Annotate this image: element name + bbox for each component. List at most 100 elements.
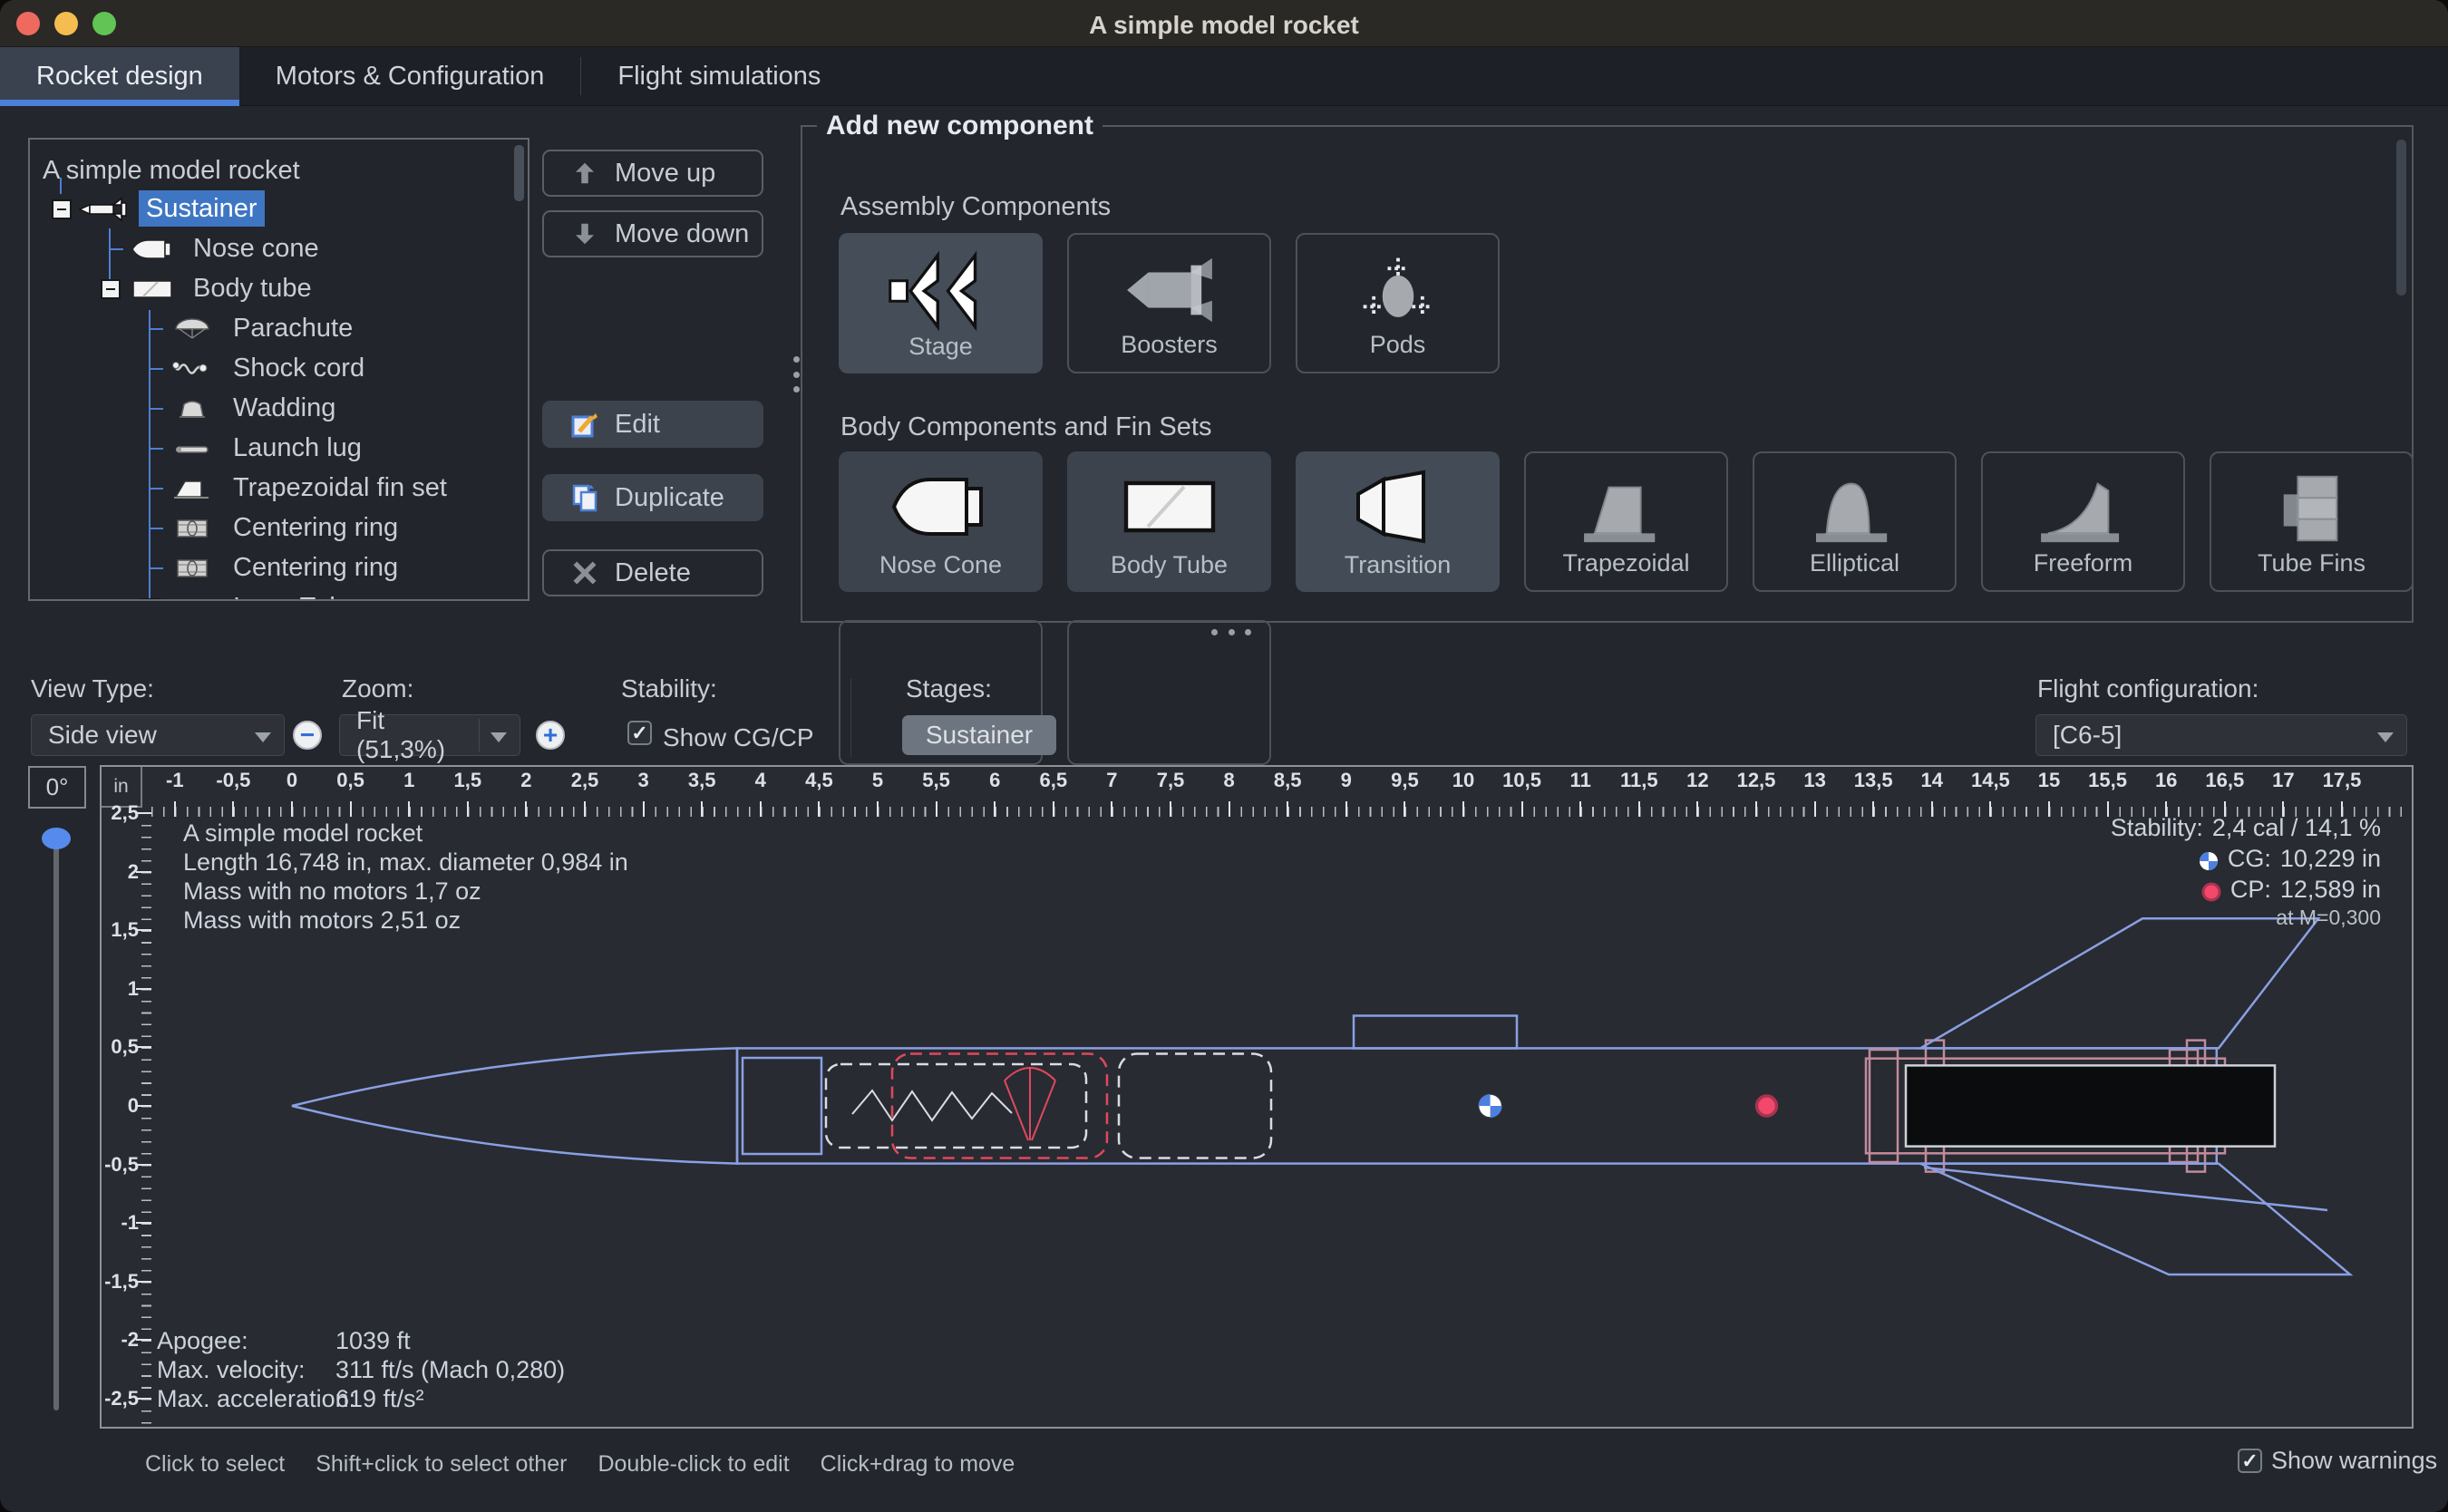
ruler-tick — [1872, 801, 1874, 817]
nose-shoulder-outline[interactable] — [743, 1058, 821, 1154]
tree-item[interactable]: Inner Tube — [30, 589, 528, 601]
launch-lug-outline[interactable] — [1354, 1016, 1517, 1049]
component-tree-panel: A simple model rocketSustainerNose coneB… — [28, 138, 529, 601]
ruler-label: 2 — [520, 769, 531, 792]
rocket-view-canvas[interactable]: in -1-0,500,511,522,533,544,555,566,577,… — [100, 765, 2414, 1429]
tree-item[interactable]: Sustainer — [30, 190, 528, 230]
show-cgcp-checkbox[interactable]: ✓ — [627, 721, 652, 745]
duplicate-label: Duplicate — [615, 483, 724, 513]
ruler-tick — [136, 1222, 151, 1224]
tree-item-label: Shock cord — [226, 350, 372, 386]
show-warnings-label: Show warnings — [2271, 1447, 2437, 1475]
tree-item[interactable]: Nose cone — [30, 230, 528, 270]
tree-item[interactable]: Centering ring — [30, 509, 528, 549]
move-up-button[interactable]: Move up — [542, 150, 763, 197]
component-card-stage[interactable]: Stage — [839, 233, 1043, 373]
motor[interactable] — [1906, 1065, 2275, 1146]
rotation-slider-track[interactable] — [53, 828, 59, 1410]
component-card-freeform[interactable]: Freeform — [1981, 451, 2185, 592]
stability-readout-value: 2,4 cal / 14,1 % — [2212, 814, 2381, 842]
ruler-label: 9,5 — [1391, 769, 1419, 792]
tab-flight-simulations[interactable]: Flight simulations — [581, 47, 857, 106]
component-card-pods[interactable]: Pods — [1296, 233, 1500, 373]
ruler-tick — [1989, 801, 1991, 817]
wadding-outline[interactable] — [1119, 1054, 1271, 1158]
nose-cone-outline[interactable] — [292, 1048, 737, 1163]
tree-item[interactable]: Centering ring — [30, 549, 528, 589]
ruler-label: 6,5 — [1040, 769, 1068, 792]
ruler-tick — [584, 801, 586, 817]
duplicate-button[interactable]: Duplicate — [542, 474, 763, 521]
body-tube-icon — [126, 276, 179, 303]
component-card-body-tube[interactable]: Body Tube — [1067, 451, 1271, 592]
rocket-info-line-1: A simple model rocket — [183, 819, 423, 847]
freeform-fin-icon — [1983, 470, 2183, 548]
view-type-dropdown[interactable]: Side view — [31, 714, 285, 756]
zoom-out-button[interactable]: − — [290, 716, 325, 754]
shock-cord-outline[interactable] — [826, 1064, 1086, 1148]
ruler-label: 0,5 — [111, 1035, 139, 1059]
ruler-label: 3 — [637, 769, 648, 792]
ruler-tick — [1638, 801, 1640, 817]
ruler-label: -1,5 — [104, 1270, 139, 1294]
acceleration-label: Max. acceleration: — [157, 1385, 355, 1413]
component-card-elliptical[interactable]: Elliptical — [1753, 451, 1957, 592]
tree-scrollbar[interactable] — [514, 145, 524, 201]
tree-item[interactable]: Launch lug — [30, 430, 528, 470]
ruler-tick — [467, 801, 469, 817]
tree-item-label: Nose cone — [186, 230, 326, 267]
tree-root-item[interactable]: A simple model rocket — [43, 150, 300, 190]
component-tree: A simple model rocketSustainerNose coneB… — [30, 140, 528, 599]
component-card-boosters[interactable]: Boosters — [1067, 233, 1271, 373]
ruler-tick — [136, 1398, 151, 1400]
horizontal-splitter-handle[interactable] — [1211, 629, 1251, 635]
stability-readout: Stability:2,4 cal / 14,1 % — [2111, 814, 2381, 842]
move-down-button[interactable]: Move down — [542, 210, 763, 257]
tree-item[interactable]: Parachute — [30, 310, 528, 350]
tree-item[interactable]: Wadding — [30, 390, 528, 430]
zoom-in-button[interactable]: + — [533, 716, 568, 754]
tube-fins-icon — [2211, 470, 2412, 548]
delete-button[interactable]: Delete — [542, 549, 763, 596]
edit-button[interactable]: Edit — [542, 401, 763, 448]
expand-toggle[interactable] — [101, 279, 121, 299]
component-card-tube-fins[interactable]: Tube Fins — [2210, 451, 2414, 592]
tab-rocket-design[interactable]: Rocket design — [0, 47, 239, 106]
add-panel-scrollbar[interactable] — [2396, 140, 2406, 296]
ruler-tick — [994, 801, 996, 817]
cp-marker — [1757, 1096, 1777, 1116]
ruler-tick — [936, 801, 937, 817]
nose-cone-icon — [126, 236, 179, 263]
tree-item[interactable]: Shock cord — [30, 350, 528, 390]
arrow-down-icon — [569, 218, 600, 249]
apogee-value: 1039 ft — [335, 1327, 411, 1355]
ruler-tick — [1345, 801, 1347, 817]
ruler-label: 1,5 — [111, 918, 139, 942]
expand-toggle[interactable] — [141, 598, 160, 601]
ruler-label: -0,5 — [104, 1153, 139, 1177]
component-card-label: Tube Fins — [2258, 549, 2365, 577]
component-card-transition[interactable]: Transition — [1296, 451, 1500, 592]
stage-toggle-sustainer[interactable]: Sustainer — [902, 715, 1056, 755]
tree-item-label: Launch lug — [226, 430, 369, 466]
show-warnings-checkbox[interactable]: ✓ — [2238, 1449, 2262, 1473]
parachute-outline[interactable] — [892, 1054, 1107, 1158]
component-card-nose-cone[interactable]: Nose Cone — [839, 451, 1043, 592]
zoom-dropdown[interactable]: Fit (51,3%) — [339, 714, 520, 756]
move-up-label: Move up — [615, 159, 715, 189]
expand-toggle[interactable] — [52, 199, 72, 219]
ruler-label: 11 — [1570, 769, 1591, 792]
component-card-partial[interactable] — [1067, 620, 1271, 765]
ruler-label: 12,5 — [1737, 769, 1776, 792]
shock-cord-icon — [166, 355, 219, 383]
ruler-label: 17 — [2272, 769, 2294, 792]
rotation-slider-knob[interactable] — [42, 828, 71, 849]
tab-motors-configuration[interactable]: Motors & Configuration — [239, 47, 581, 106]
component-card-label: Boosters — [1121, 331, 1218, 359]
component-card-label: Pods — [1370, 331, 1426, 359]
tree-item[interactable]: Trapezoidal fin set — [30, 470, 528, 509]
flight-config-dropdown[interactable]: [C6-5] — [2035, 714, 2407, 756]
ruler-tick — [408, 801, 410, 817]
component-card-trapezoidal[interactable]: Trapezoidal — [1524, 451, 1728, 592]
tree-item[interactable]: Body tube — [30, 270, 528, 310]
